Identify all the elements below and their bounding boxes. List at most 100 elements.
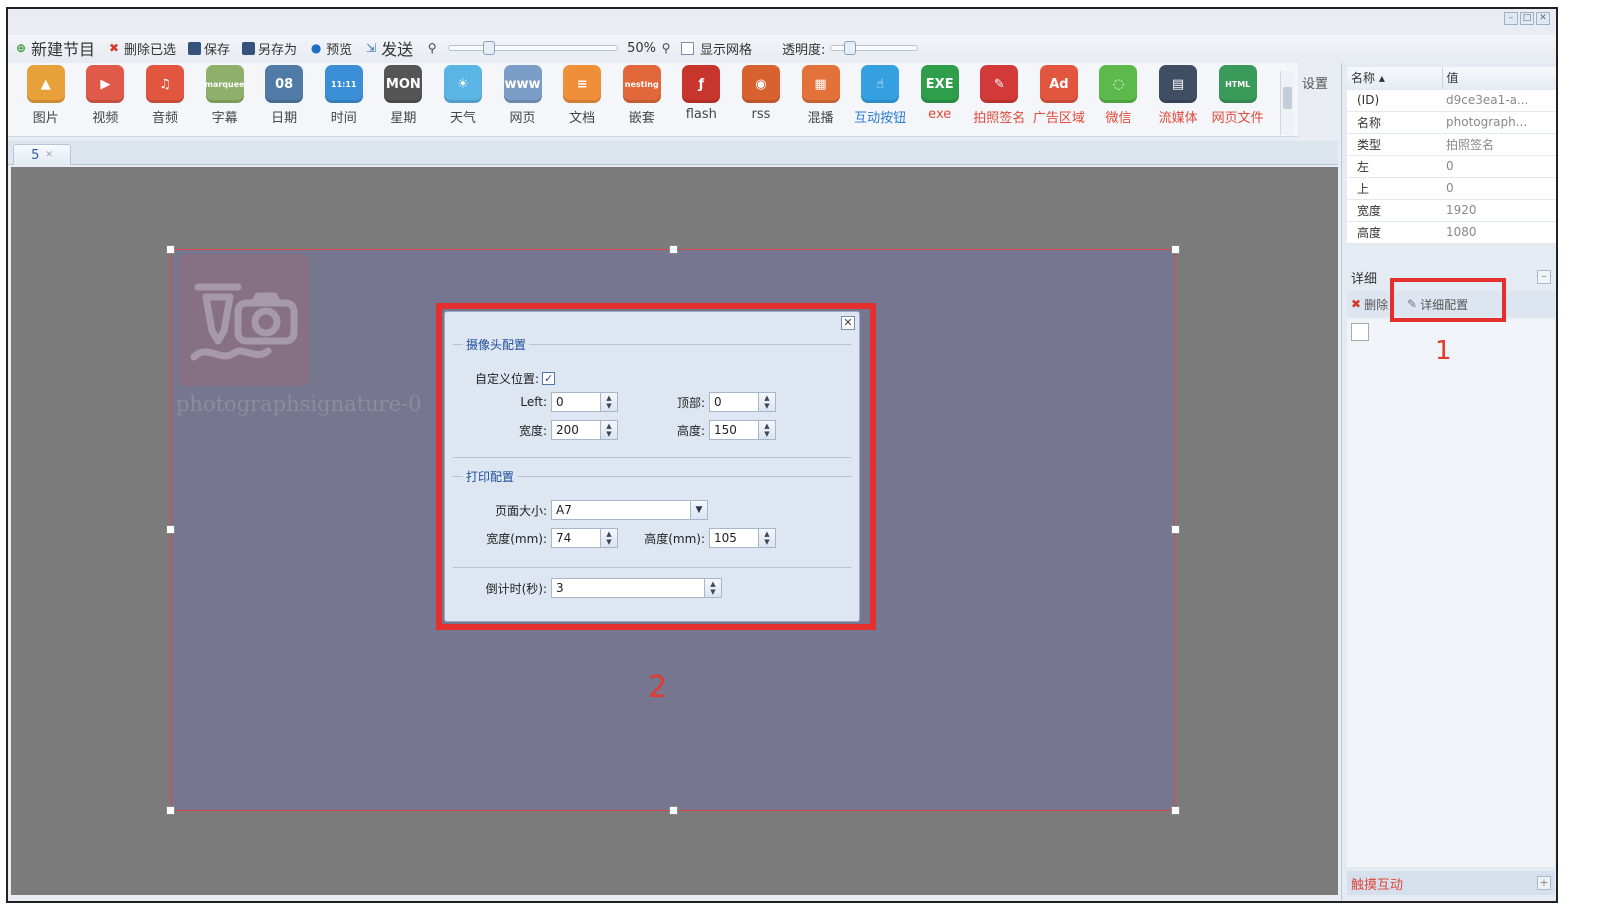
custom-position-checkbox[interactable]: ✓	[542, 372, 556, 385]
expand-icon[interactable]: +	[1537, 876, 1551, 890]
property-row[interactable]: 名称 photograph...	[1347, 111, 1556, 134]
settings-button[interactable]: 设置	[1302, 73, 1328, 92]
close-window-button[interactable]: ✕	[1536, 12, 1550, 25]
property-row[interactable]: (ID) d9ce3ea1-a...	[1347, 89, 1556, 112]
ribbon-item-exe[interactable]: EXE exe	[910, 63, 970, 136]
property-value[interactable]: d9ce3ea1-a...	[1442, 89, 1556, 112]
opacity-slider-knob[interactable]	[844, 41, 857, 55]
send-button[interactable]: ⇲ 发送	[364, 36, 413, 60]
ribbon-scroll-thumb[interactable]	[1283, 87, 1292, 109]
ribbon-item-photo-signature[interactable]: ✎ 拍照签名	[970, 63, 1030, 136]
property-value[interactable]: 拍照签名	[1442, 133, 1556, 156]
maximize-button[interactable]: □	[1520, 12, 1534, 25]
tab-program-5[interactable]: 5 ✕	[13, 144, 71, 165]
resize-handle-tr[interactable]	[1171, 245, 1180, 254]
resize-handle-tl[interactable]	[166, 245, 175, 254]
page-size-value[interactable]: A7	[551, 500, 691, 520]
cam-width-input[interactable]: 200	[551, 420, 601, 440]
ribbon-item-interactive-button[interactable]: ☝ 互动按钮	[850, 63, 910, 136]
ribbon-item-rss[interactable]: ◉ rss	[731, 63, 791, 136]
property-value[interactable]: photograph...	[1442, 111, 1556, 134]
resize-handle-br[interactable]	[1171, 806, 1180, 815]
left-stepper[interactable]: 0 ▲ ▼	[551, 392, 618, 412]
property-row[interactable]: 左0	[1347, 155, 1556, 178]
property-value[interactable]: 0	[1442, 155, 1556, 178]
cam-height-stepper[interactable]: 150 ▲ ▼	[709, 420, 776, 440]
touch-interaction-section[interactable]: 触摸互动 +	[1347, 871, 1555, 895]
ribbon-item-date[interactable]: 08 日期	[254, 63, 314, 136]
zoom-slider-knob[interactable]	[482, 41, 495, 55]
width-mm-input[interactable]: 74	[551, 528, 601, 548]
property-row[interactable]: 宽度 1920	[1347, 199, 1556, 222]
preview-button[interactable]: ● 预览	[309, 39, 352, 58]
ribbon-item-label: flash	[685, 107, 717, 122]
property-value[interactable]: 1920	[1442, 199, 1556, 222]
delete-button[interactable]: ✖ 删除	[1351, 296, 1393, 313]
stepper-arrows-icon[interactable]: ▲ ▼	[705, 578, 722, 598]
property-value[interactable]: 1080	[1442, 221, 1556, 244]
zoom-out-icon[interactable]: ⚲	[425, 41, 439, 55]
zoom-in-icon[interactable]: ⚲	[659, 41, 673, 55]
resize-handle-mr[interactable]	[1171, 525, 1180, 534]
ribbon-item-streaming[interactable]: ▤ 流媒体	[1148, 63, 1208, 136]
property-row[interactable]: 类型 拍照签名	[1347, 133, 1556, 156]
countdown-input[interactable]: 3	[551, 578, 705, 598]
ribbon-item-flash[interactable]: ƒ flash	[672, 63, 732, 136]
resize-handle-bc[interactable]	[669, 806, 678, 815]
column-header-name[interactable]: 名称 ▴	[1347, 67, 1443, 90]
ribbon-item-html-file[interactable]: HTML 网页文件	[1208, 63, 1268, 136]
chevron-down-icon[interactable]: ▼	[691, 500, 708, 520]
ribbon-item-weather[interactable]: ☀ 天气	[433, 63, 493, 136]
save-button[interactable]: 保存	[188, 39, 230, 58]
stepper-arrows-icon[interactable]: ▲ ▼	[759, 392, 776, 412]
stepper-arrows-icon[interactable]: ▲ ▼	[601, 420, 618, 440]
cam-height-input[interactable]: 150	[709, 420, 759, 440]
stepper-arrows-icon[interactable]: ▲ ▼	[759, 420, 776, 440]
ribbon-scrollbar[interactable]	[1280, 71, 1294, 135]
save-as-button[interactable]: 另存为	[242, 39, 297, 58]
collapse-icon[interactable]: –	[1537, 270, 1551, 284]
width-mm-stepper[interactable]: 74 ▲ ▼	[551, 528, 618, 548]
ribbon-item-image[interactable]: ▲ 图片	[16, 63, 76, 136]
show-grid-checkbox[interactable]	[681, 41, 694, 55]
ribbon-item-audio[interactable]: ♫ 音频	[135, 63, 195, 136]
page-size-select[interactable]: A7 ▼	[551, 500, 708, 520]
stepper-arrows-icon[interactable]: ▲ ▼	[759, 528, 776, 548]
photo-signature-widget-icon[interactable]	[178, 254, 310, 386]
resize-handle-tc[interactable]	[669, 245, 678, 254]
left-input[interactable]: 0	[551, 392, 601, 412]
ribbon-item-wechat[interactable]: ◌ 微信	[1089, 63, 1149, 136]
opacity-slider[interactable]	[830, 41, 919, 55]
ribbon-item-ad-area[interactable]: Ad 广告区域	[1029, 63, 1089, 136]
minimize-button[interactable]: –	[1504, 12, 1518, 25]
resize-handle-ml[interactable]	[166, 525, 175, 534]
resize-handle-bl[interactable]	[166, 806, 175, 815]
ribbon-item-nesting[interactable]: nesting 嵌套	[612, 63, 672, 136]
new-program-button[interactable]: ⊕ 新建节目	[14, 36, 95, 60]
close-icon[interactable]: ✕	[841, 316, 855, 330]
property-value[interactable]: 0	[1442, 177, 1556, 200]
top-input[interactable]: 0	[709, 392, 759, 412]
stepper-arrows-icon[interactable]: ▲ ▼	[601, 528, 618, 548]
ribbon-item-webpage[interactable]: www 网页	[493, 63, 553, 136]
property-row[interactable]: 高度 1080	[1347, 221, 1556, 244]
height-mm-stepper[interactable]: 105 ▲ ▼	[709, 528, 776, 548]
property-row[interactable]: 上0	[1347, 177, 1556, 200]
countdown-stepper[interactable]: 3 ▲ ▼	[551, 578, 722, 598]
ribbon-item-marquee[interactable]: marquee 字幕	[195, 63, 255, 136]
height-mm-input[interactable]: 105	[709, 528, 759, 548]
ribbon-item-document[interactable]: ≡ 文档	[552, 63, 612, 136]
property-key: 类型	[1347, 133, 1442, 156]
ribbon-item-mixed-play[interactable]: ▦ 混播	[791, 63, 851, 136]
show-grid-toggle[interactable]: 显示网格	[681, 39, 752, 58]
ribbon-item-weekday[interactable]: MON 星期	[374, 63, 434, 136]
top-stepper[interactable]: 0 ▲ ▼	[709, 392, 776, 412]
ribbon-item-video[interactable]: ▶ 视频	[76, 63, 136, 136]
column-header-value[interactable]: 值	[1442, 67, 1556, 90]
cam-width-stepper[interactable]: 200 ▲ ▼	[551, 420, 618, 440]
delete-selected-button[interactable]: ✖ 删除已选	[107, 39, 176, 58]
zoom-slider[interactable]	[448, 41, 619, 55]
ribbon-item-time[interactable]: 11:11 时间	[314, 63, 374, 136]
stepper-arrows-icon[interactable]: ▲ ▼	[601, 392, 618, 412]
tab-close-icon[interactable]: ✕	[45, 150, 53, 160]
